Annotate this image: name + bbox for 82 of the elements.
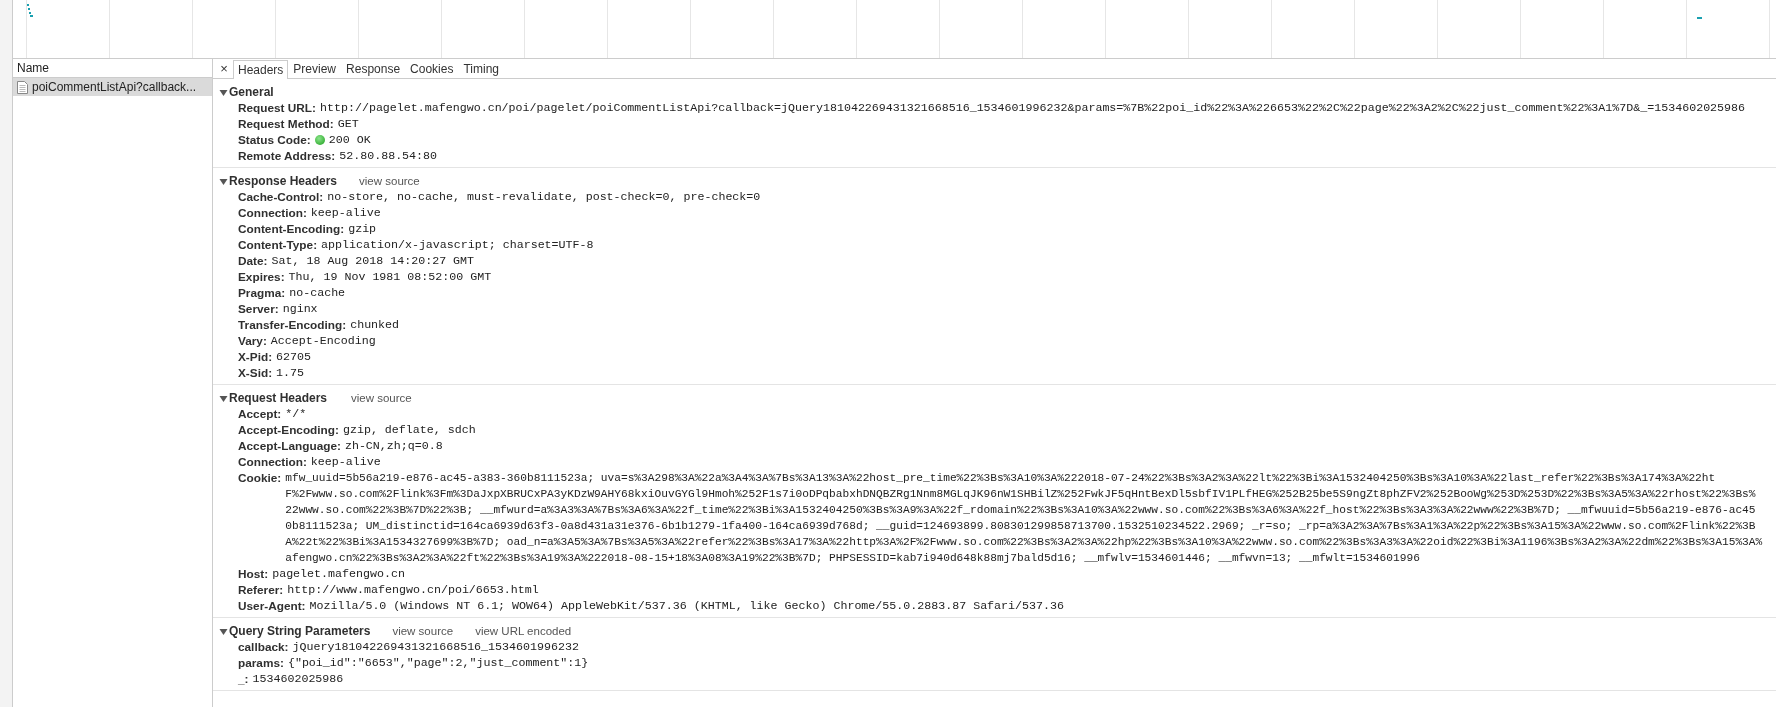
header-value: jQuery181042269431321668516_1534601996232 xyxy=(292,639,579,655)
header-name: X-Sid: xyxy=(238,365,273,381)
header-name: Connection: xyxy=(238,454,307,470)
header-name: Date: xyxy=(238,253,268,269)
header-value: 1.75 xyxy=(276,365,305,381)
header-name: Request URL: xyxy=(238,100,316,116)
close-button[interactable]: × xyxy=(217,60,231,78)
header-value: http://www.mafengwo.cn/poi/6653.html xyxy=(287,582,539,598)
header-name: Accept-Encoding: xyxy=(238,422,339,438)
view-source-link[interactable]: view source xyxy=(351,392,412,404)
header-name: Server: xyxy=(238,301,279,317)
waterfall-mark xyxy=(27,4,33,18)
header-name: Remote Address: xyxy=(238,148,336,164)
waterfall-mark xyxy=(1697,17,1702,19)
header-value: {"poi_id":"6653","page":2,"just_comment":1} xyxy=(287,655,589,671)
header-value: zh-CN,zh;q=0.8 xyxy=(344,438,443,454)
header-value: http://pagelet.mafengwo.cn/poi/pagelet/poiCommentListApi?callback=jQuery181042269431321668516_1534601996232&params=%7B%22poi_id%22%3A%226653%22%2C%22page%22%3A2%2C%22just_comment%22%3A1%7D&_=1534602025986 xyxy=(320,100,1746,116)
header-name: Transfer-Encoding: xyxy=(238,317,347,333)
section-title[interactable]: General xyxy=(229,85,329,99)
tab[interactable]: Cookies xyxy=(405,59,459,78)
header-value: nginx xyxy=(282,301,318,317)
header-name: Request Method: xyxy=(238,116,334,132)
header-name: Vary: xyxy=(238,333,267,349)
header-value: Thu, 19 Nov 1981 08:52:00 GMT xyxy=(288,269,492,285)
header-value: no-cache xyxy=(289,285,346,301)
header-name: Status Code: xyxy=(238,132,311,148)
header-value: Accept-Encoding xyxy=(270,333,376,349)
header-name: Host: xyxy=(238,566,269,582)
header-value: Sat, 18 Aug 2018 14:20:27 GMT xyxy=(271,253,475,269)
header-name: Cookie: xyxy=(238,470,282,487)
header-value: F%2Fwww.so.com%2Flink%3Fm%3DaJxpXBRUCxPA3yKDzW9AHY68kxiOuvGYGl9Hmoh%252F1s7i0oDPqbabxhDNQBZRg1Nnm8MGLqJK96nW1SHBilZ%252FwkJF5qHntBexDl5sbfIV1PLfHEG%252B25be5S9ngZt8phZFV2%252BooWg%253D%253D%22%3Bs%3A5%3A%22rhost%22%3Bs% xyxy=(285,487,1757,502)
header-name: params: xyxy=(238,655,284,671)
disclosure-triangle-icon[interactable] xyxy=(219,626,228,636)
section-title[interactable]: Request Headers xyxy=(229,391,329,405)
header-value: 0b8111523a; UM_distinctid=164ca6939d63f3-0a8d431a31e376-6b1b1279-1fa400-164ca6939d768d; __guid=124693899.808301299858713700.1532510234522.2969; _r=so; _rp=a%3A2%3A%7Bs%3A1%3A%22p%22%3Bs%3A15%3A%22www.so.com%2Flink%22%3B xyxy=(285,519,1757,534)
header-value: pagelet.mafengwo.cn xyxy=(272,566,405,582)
tab[interactable]: Preview xyxy=(288,59,342,78)
header-name: _: xyxy=(238,671,249,687)
header-name: Content-Encoding: xyxy=(238,221,345,237)
view-source-link[interactable]: view source xyxy=(359,175,420,187)
header-name: Content-Type: xyxy=(238,237,318,253)
header-value: 200 OK xyxy=(328,132,371,148)
document-icon xyxy=(17,80,28,94)
view-source-link[interactable]: view source xyxy=(392,625,454,637)
header-value: keep-alive xyxy=(310,454,381,470)
header-value: no-store, no-cache, must-revalidate, post-check=0, pre-check=0 xyxy=(327,189,761,205)
header-value: GET xyxy=(337,116,359,132)
header-value: afengwo.cn%22%3Bs%3A2%3A%22ft%22%3Bs%3A19%3A%222018-08-15+18%3A08%3A19%22%3B%7D; PHPSESSID=kab7i940d648k88mj7bald5d16; __mfwlv=1534601446; __mfwvn=13; __mfwlt=1534601996 xyxy=(285,551,1421,566)
request-row[interactable]: poiCommentListApi?callback... xyxy=(13,78,212,96)
header-value: 22www.so.com%22%3B%7D%22%3B; __mfwurd=a%3A3%3A%7Bs%3A6%3A%22f_time%22%3Bi%3A1532404250%3Bs%3A9%3A%22f_rdomain%22%3Bs%3A10%3A%22www.so.com%22%3Bs%3A6%3A%22f_host%22%3Bs%3A3%3A%22www%22%3B%7D; __mfwuuid=5b56a219-e876-ac45 xyxy=(285,503,1757,518)
header-value: 1534602025986 xyxy=(252,671,344,687)
header-name: Referer: xyxy=(238,582,284,598)
header-value: application/x-javascript; charset=UTF-8 xyxy=(321,237,594,253)
header-value: 52.80.88.54:80 xyxy=(339,148,438,164)
header-value: Mozilla/5.0 (Windows NT 6.1; WOW64) AppleWebKit/537.36 (KHTML, like Gecko) Chrome/55.0.2883.87 Safari/537.36 xyxy=(309,598,1064,614)
header-name: Accept-Language: xyxy=(238,438,341,454)
header-name: Expires: xyxy=(238,269,285,285)
tab[interactable]: Headers xyxy=(233,60,289,79)
disclosure-triangle-icon[interactable] xyxy=(219,87,228,97)
header-value: keep-alive xyxy=(310,205,381,221)
section-title[interactable]: Query String Parameters xyxy=(229,624,371,638)
tab[interactable]: Response xyxy=(341,59,406,78)
status-dot-icon xyxy=(314,135,325,145)
header-name: Connection: xyxy=(238,205,307,221)
header-name: callback: xyxy=(238,639,289,655)
header-name: Accept: xyxy=(238,406,282,422)
header-name: Pragma: xyxy=(238,285,286,301)
header-value: mfw_uuid=5b56a219-e876-ac45-a383-360b8111523a; uva=s%3A298%3A%22a%3A4%3A%7Bs%3A13%3A%22host_pre_time%22%3Bs%3A10%3A%222018-07-24%22%3Bs%3A2%3A%22lt%22%3Bi%3A1532404250%3Bs%3A10%3A%22last_refer%22%3Bs%3A174%3A%22ht xyxy=(285,471,1717,486)
disclosure-triangle-icon[interactable] xyxy=(219,176,228,186)
header-value: gzip xyxy=(348,221,377,237)
view-source-link[interactable]: view URL encoded xyxy=(475,625,572,637)
tab[interactable]: Timing xyxy=(458,59,504,78)
header-name: User-Agent: xyxy=(238,598,306,614)
header-value: 62705 xyxy=(276,349,311,365)
header-value: gzip, deflate, sdch xyxy=(342,422,476,438)
header-value: */* xyxy=(285,406,307,422)
header-name: X-Pid: xyxy=(238,349,273,365)
header-value: chunked xyxy=(350,317,400,333)
section-title[interactable]: Response Headers xyxy=(229,174,338,188)
header-value: A%22t%22%3Bi%3A1534327699%3B%7D; oad_n=a%3A5%3A%7Bs%3A5%3A%22refer%22%3Bs%3A17%3A%22http%3A%2F%2Fwww.so.com%22%3Bs%3A2%3A%22hp%22%3Bs%3A10%3A%22www.so.com%22%3Bs%3A3%3A%22oid%22%3Bi%3A1196%3Bs%3A2%3A%22dm%22%3Bs%3A15%3A% xyxy=(285,535,1763,550)
header-name: Cache-Control: xyxy=(238,189,324,205)
disclosure-triangle-icon[interactable] xyxy=(219,393,228,403)
